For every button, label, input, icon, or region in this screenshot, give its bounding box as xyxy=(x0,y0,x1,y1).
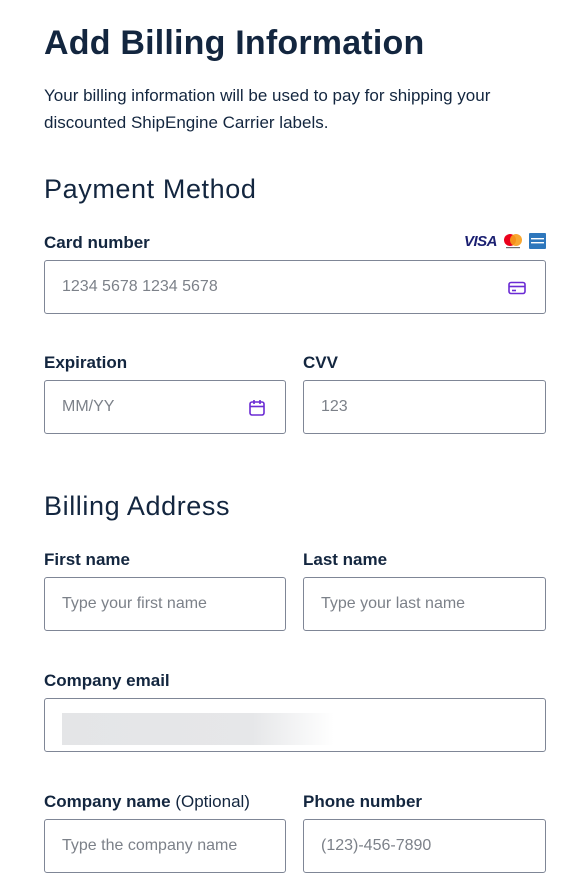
page-title: Add Billing Information xyxy=(44,24,425,62)
optional-tag: (Optional) xyxy=(175,792,250,811)
company-name-field[interactable] xyxy=(44,819,286,873)
expiration-label: Expiration xyxy=(44,353,128,372)
cvv-label: CVV xyxy=(303,353,338,372)
last-name-field[interactable] xyxy=(303,577,546,631)
first-name-field[interactable] xyxy=(44,577,286,631)
phone-number-field[interactable] xyxy=(303,819,546,873)
cvv-field[interactable] xyxy=(303,380,546,434)
payment-method-heading: Payment Method xyxy=(44,174,257,204)
cvv-input[interactable] xyxy=(304,381,545,433)
card-number-label: Card number xyxy=(44,233,150,252)
company-email-field[interactable] xyxy=(44,698,546,752)
phone-number-label: Phone number xyxy=(303,792,423,811)
card-number-input[interactable] xyxy=(45,261,545,313)
company-name-input[interactable] xyxy=(45,820,285,872)
company-email-label: Company email xyxy=(44,671,170,690)
company-name-label-text: Company name xyxy=(44,792,171,811)
amex-logo-icon xyxy=(529,233,546,249)
company-name-label: Company name (Optional) xyxy=(44,792,250,812)
mastercard-logo-icon xyxy=(504,234,522,249)
first-name-label: First name xyxy=(44,550,130,569)
card-brand-logos: VISA xyxy=(464,232,546,250)
phone-number-input[interactable] xyxy=(304,820,545,872)
expiration-field[interactable] xyxy=(44,380,286,434)
calendar-icon[interactable] xyxy=(247,398,267,418)
last-name-input[interactable] xyxy=(304,578,545,630)
visa-logo-icon: VISA xyxy=(463,232,498,250)
billing-address-heading: Billing Address xyxy=(44,491,231,521)
card-number-field[interactable] xyxy=(44,260,546,314)
first-name-input[interactable] xyxy=(45,578,285,630)
redacted-email-value xyxy=(62,713,334,745)
page-subtitle: Your billing information will be used to… xyxy=(44,86,491,132)
last-name-label: Last name xyxy=(303,550,388,569)
credit-card-icon xyxy=(508,281,526,295)
